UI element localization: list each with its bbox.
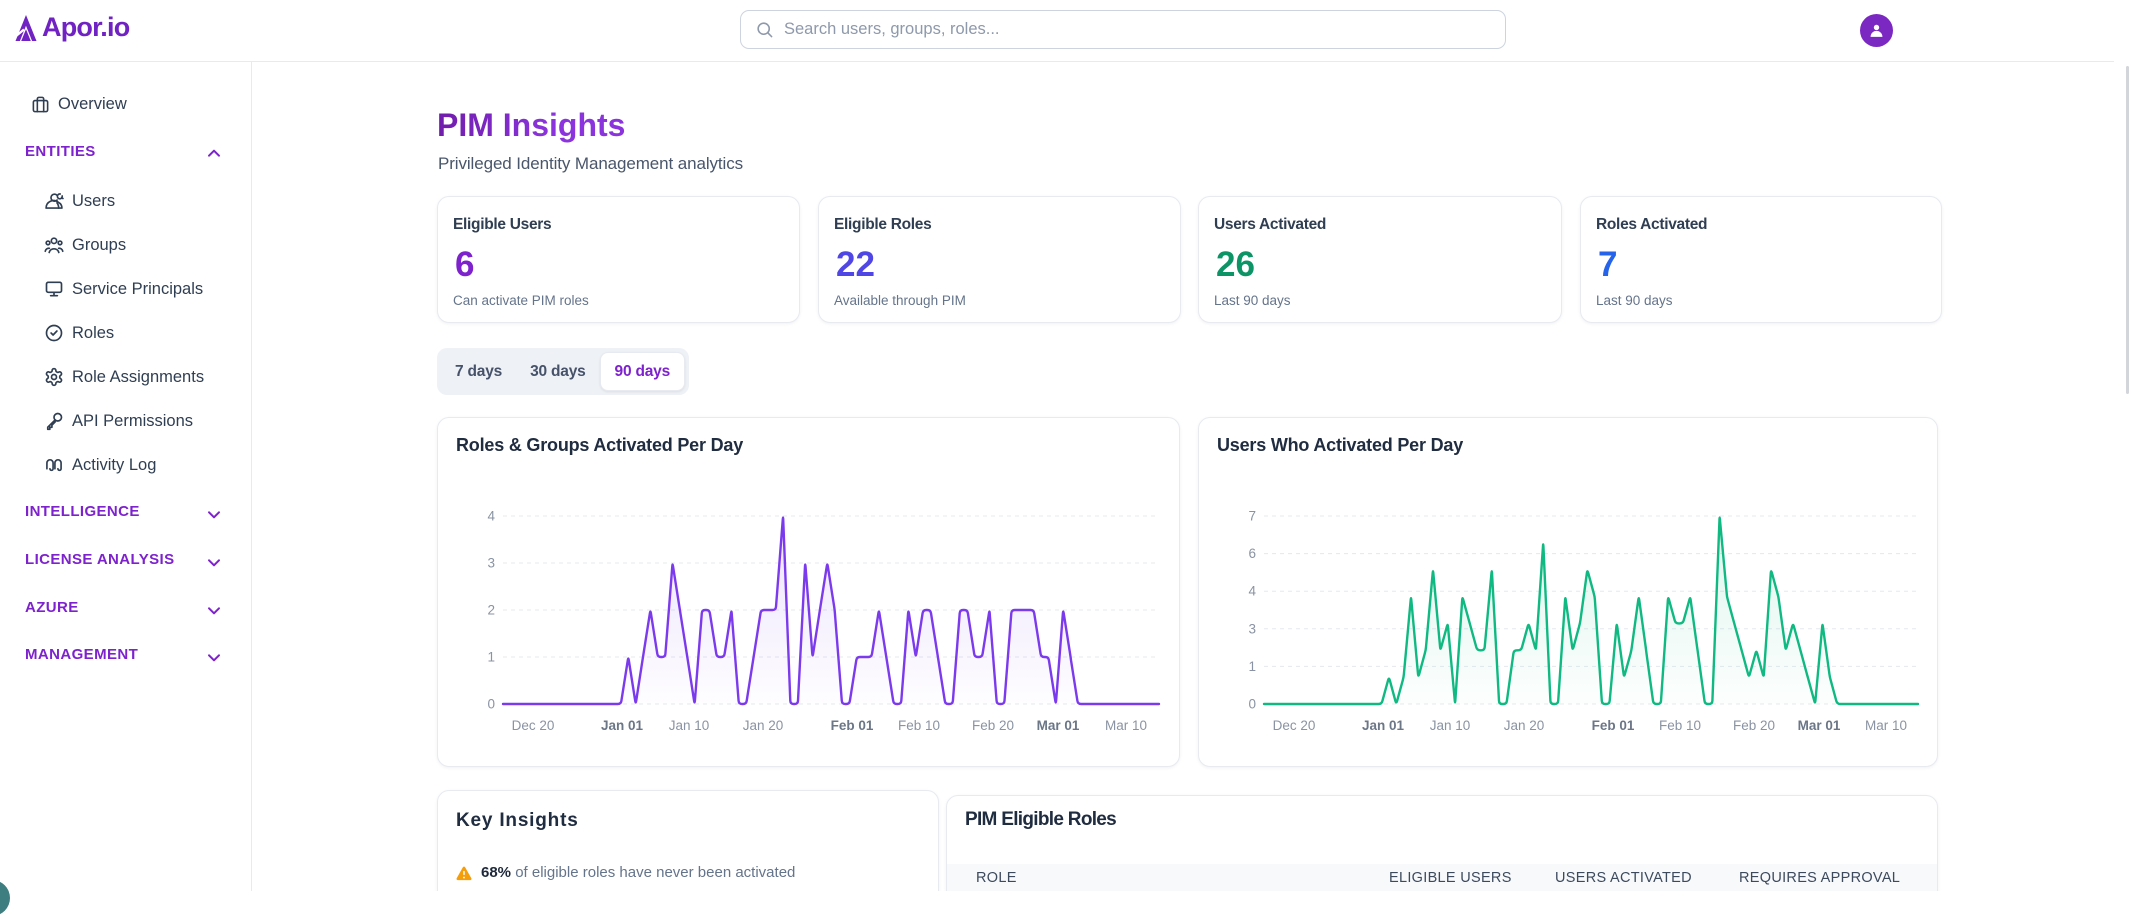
- svg-text:Jan 10: Jan 10: [669, 718, 710, 733]
- svg-text:4: 4: [487, 509, 495, 524]
- svg-text:Mar 01: Mar 01: [1798, 718, 1841, 733]
- svg-text:Dec 20: Dec 20: [512, 718, 555, 733]
- svg-text:Dec 20: Dec 20: [1273, 718, 1316, 733]
- svg-text:Feb 01: Feb 01: [1592, 718, 1635, 733]
- svg-text:Feb 10: Feb 10: [898, 718, 940, 733]
- svg-text:4: 4: [1248, 584, 1256, 599]
- svg-text:Jan 01: Jan 01: [1362, 718, 1405, 733]
- svg-text:Feb 10: Feb 10: [1659, 718, 1701, 733]
- svg-text:0: 0: [487, 697, 495, 712]
- svg-text:1: 1: [487, 650, 495, 665]
- svg-text:Jan 20: Jan 20: [743, 718, 784, 733]
- svg-text:Feb 01: Feb 01: [831, 718, 874, 733]
- svg-text:Feb 20: Feb 20: [972, 718, 1014, 733]
- svg-text:Jan 10: Jan 10: [1430, 718, 1471, 733]
- svg-text:Mar 10: Mar 10: [1105, 718, 1147, 733]
- svg-text:3: 3: [1248, 621, 1256, 636]
- svg-text:6: 6: [1248, 546, 1256, 561]
- svg-text:3: 3: [487, 556, 495, 571]
- svg-text:Mar 01: Mar 01: [1037, 718, 1080, 733]
- svg-text:Mar 10: Mar 10: [1865, 718, 1907, 733]
- svg-text:Feb 20: Feb 20: [1733, 718, 1775, 733]
- svg-text:7: 7: [1248, 509, 1256, 524]
- svg-text:Jan 20: Jan 20: [1504, 718, 1545, 733]
- svg-text:2: 2: [487, 603, 495, 618]
- svg-text:0: 0: [1248, 697, 1256, 712]
- svg-text:Jan 01: Jan 01: [601, 718, 644, 733]
- svg-text:1: 1: [1248, 659, 1256, 674]
